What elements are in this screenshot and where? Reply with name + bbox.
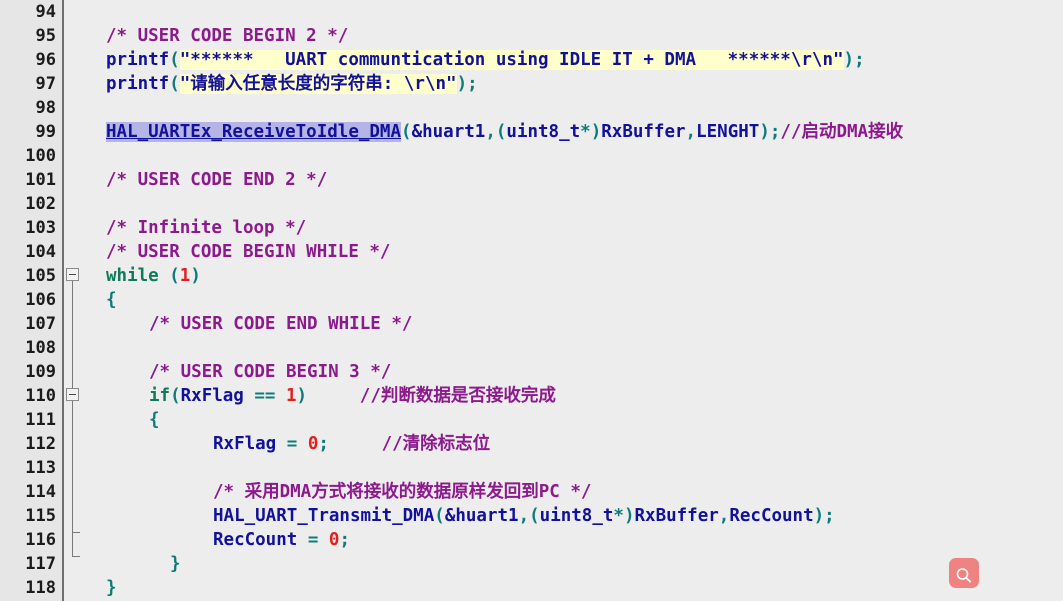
code-line-94[interactable]: /* USER CODE BEGIN 2 */ xyxy=(0,0,1063,46)
code-line-95[interactable]: printf("****** UART communtication using… xyxy=(0,24,1063,70)
code-line-98[interactable]: HAL_UARTEx_ReceiveToIdle_DMA(&huart1,(ui… xyxy=(0,96,1063,142)
search-button[interactable] xyxy=(949,558,979,588)
code-editor[interactable]: 94 95 96 97 98 99 100 101 102 103 104 10… xyxy=(0,0,1063,601)
code-line-106[interactable]: /* USER CODE END WHILE */ xyxy=(0,288,1063,334)
code-line-113[interactable]: /* 采用DMA方式将接收的数据原样发回到PC */ xyxy=(0,456,1063,502)
code-line-107[interactable] xyxy=(0,312,1063,336)
code-line-109[interactable]: if(RxFlag == 1) //判断数据是否接收完成 xyxy=(0,360,1063,406)
code-line-108[interactable]: /* USER CODE BEGIN 3 */ xyxy=(0,336,1063,382)
code-line-112[interactable] xyxy=(0,432,1063,456)
code-line-104[interactable]: while (1) xyxy=(0,240,1063,286)
code-line-117[interactable]: } xyxy=(0,552,1063,598)
code-line-110[interactable]: { xyxy=(0,384,1063,430)
code-line-97[interactable] xyxy=(0,72,1063,96)
code-line-100[interactable]: /* USER CODE END 2 */ xyxy=(0,144,1063,190)
code-line-114[interactable]: HAL_UART_Transmit_DMA(&huart1,(uint8_t*)… xyxy=(0,480,1063,526)
code-line-102[interactable]: /* Infinite loop */ xyxy=(0,192,1063,238)
code-line-103[interactable]: /* USER CODE BEGIN WHILE */ xyxy=(0,216,1063,262)
code-line-115[interactable]: RecCount = 0; xyxy=(0,504,1063,550)
code-line-116[interactable]: } xyxy=(0,528,1063,574)
code-line-105[interactable]: { xyxy=(0,264,1063,310)
code-line-111[interactable]: RxFlag = 0; //清除标志位 xyxy=(0,408,1063,454)
code-line-101[interactable] xyxy=(0,168,1063,192)
search-icon xyxy=(949,566,979,586)
code-line-96[interactable]: printf("请输入任意长度的字符串: \r\n"); xyxy=(0,48,1063,94)
code-line-99[interactable] xyxy=(0,120,1063,144)
code-line-118[interactable]: /* USER CODE END 3 */ xyxy=(0,576,1063,600)
